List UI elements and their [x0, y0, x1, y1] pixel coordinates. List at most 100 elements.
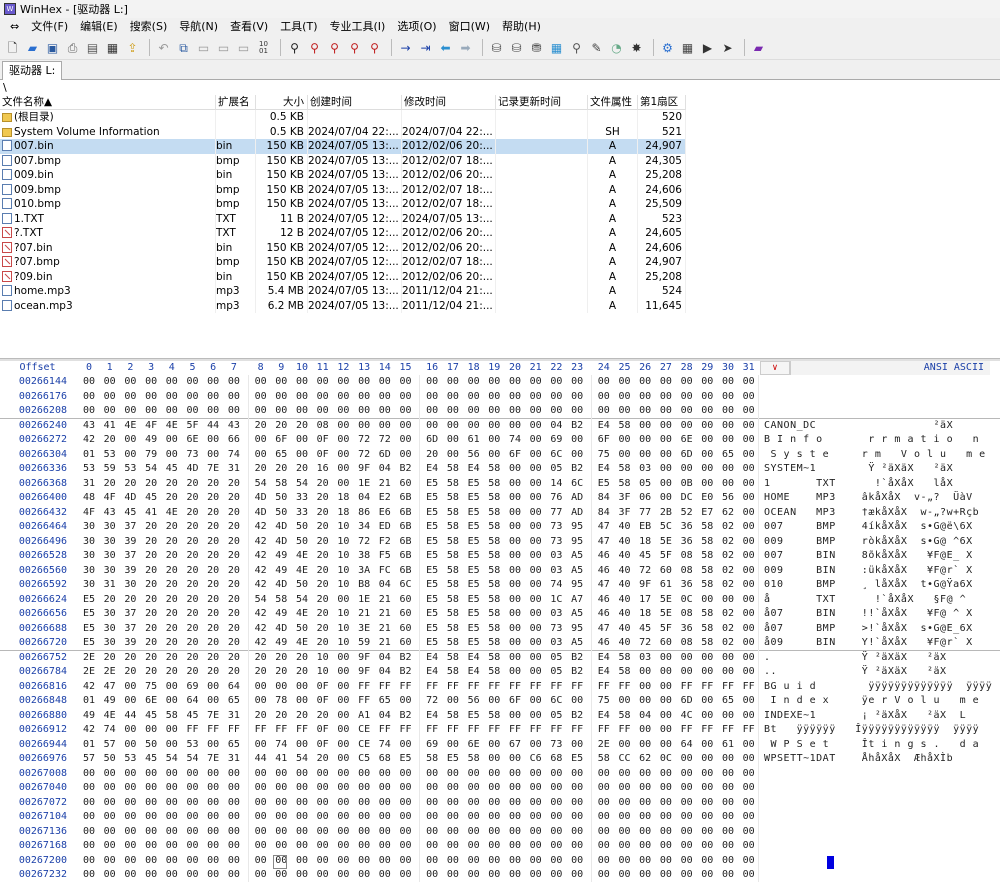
- hex-byte[interactable]: 20: [204, 520, 222, 535]
- hex-byte[interactable]: 00: [355, 781, 373, 796]
- hex-byte[interactable]: 00: [506, 506, 524, 521]
- hex-byte[interactable]: FF: [740, 680, 758, 695]
- hex-byte[interactable]: E5: [423, 520, 441, 535]
- hex-byte[interactable]: 49: [272, 564, 290, 579]
- hash-icon[interactable]: ◔: [608, 39, 625, 56]
- hex-byte[interactable]: 20: [184, 549, 202, 564]
- hex-byte[interactable]: 53: [121, 752, 139, 767]
- hex-byte[interactable]: 43: [101, 506, 119, 521]
- hex-byte[interactable]: 00: [334, 738, 352, 753]
- hex-byte[interactable]: 20: [204, 593, 222, 608]
- ascii-text[interactable]: HOME MP3 âkåXåX v-„? ÜàV: [764, 491, 973, 506]
- hex-byte[interactable]: 00: [657, 680, 675, 695]
- hex-byte[interactable]: 65: [719, 448, 737, 463]
- hex-byte[interactable]: 4F: [80, 506, 98, 521]
- hex-byte[interactable]: 58: [465, 752, 483, 767]
- col-record-header[interactable]: 记录更新时间: [496, 95, 588, 110]
- hex-byte[interactable]: B8: [355, 578, 373, 593]
- hex-row[interactable]: 00266368 31 20 20 20 20 20 20 20 54 58 54 20 00 1E 21 60…: [0, 477, 1000, 492]
- hex-byte[interactable]: 00: [678, 767, 696, 782]
- hex-byte[interactable]: 00: [334, 694, 352, 709]
- hex-row[interactable]: 00266656 E5 30 37 20 20 20 20 20 42 49 4E 20 10 21 21 60…: [0, 607, 1000, 622]
- hex-byte[interactable]: 00: [595, 810, 613, 825]
- hex-byte[interactable]: 84: [595, 491, 613, 506]
- ascii-text[interactable]: 007 BIN 8õkåXåX ¥F@E_ X: [764, 549, 973, 564]
- hex-byte[interactable]: 00: [314, 839, 332, 854]
- hex-byte[interactable]: 20: [314, 578, 332, 593]
- hex-byte[interactable]: 00: [678, 752, 696, 767]
- hex-byte[interactable]: 4D: [272, 535, 290, 550]
- hex-byte[interactable]: 00: [314, 810, 332, 825]
- hex-byte[interactable]: 58: [485, 520, 503, 535]
- hex-byte[interactable]: 00: [595, 839, 613, 854]
- hex-byte[interactable]: 73: [547, 520, 565, 535]
- hex-byte[interactable]: 00: [657, 433, 675, 448]
- hex-byte[interactable]: 58: [485, 506, 503, 521]
- hex-byte[interactable]: 00: [101, 810, 119, 825]
- hex-byte[interactable]: 00: [293, 810, 311, 825]
- hex-byte[interactable]: 00: [678, 796, 696, 811]
- hex-byte[interactable]: 60: [397, 593, 415, 608]
- hex-byte[interactable]: E5: [423, 578, 441, 593]
- hex-byte[interactable]: 20: [184, 535, 202, 550]
- hex-byte[interactable]: 20: [142, 593, 160, 608]
- hex-byte[interactable]: 20: [184, 622, 202, 637]
- hex-byte[interactable]: 00: [568, 375, 586, 390]
- hex-byte[interactable]: FF: [506, 680, 524, 695]
- hex-byte[interactable]: 00: [506, 375, 524, 390]
- help-icon[interactable]: ▰: [750, 39, 767, 56]
- hex-byte[interactable]: 04: [376, 709, 394, 724]
- hex-row[interactable]: 00266464 30 30 37 20 20 20 20 20 42 4D 50 20 10 34 ED 6B…: [0, 520, 1000, 535]
- hex-byte[interactable]: 20: [252, 419, 270, 434]
- hex-byte[interactable]: 00: [272, 839, 290, 854]
- hex-byte[interactable]: 4D: [252, 491, 270, 506]
- hex-byte[interactable]: 69: [547, 433, 565, 448]
- hex-byte[interactable]: FF: [595, 680, 613, 695]
- hex-byte[interactable]: 00: [527, 636, 545, 651]
- hex-byte[interactable]: 00: [163, 404, 181, 419]
- hex-byte[interactable]: 20: [252, 709, 270, 724]
- hex-byte[interactable]: 00: [397, 767, 415, 782]
- hex-byte[interactable]: 00: [272, 680, 290, 695]
- hex-byte[interactable]: 00: [80, 375, 98, 390]
- hex-byte[interactable]: 00: [293, 448, 311, 463]
- hex-byte[interactable]: 20: [225, 665, 243, 680]
- hex-byte[interactable]: 20: [225, 549, 243, 564]
- hex-byte[interactable]: 00: [719, 767, 737, 782]
- analyze-icon[interactable]: ⚲: [568, 39, 585, 56]
- hex-byte[interactable]: 00: [184, 781, 202, 796]
- hex-byte[interactable]: 20: [184, 564, 202, 579]
- hex-byte[interactable]: FF: [465, 723, 483, 738]
- hex-byte[interactable]: 20: [272, 651, 290, 666]
- hex-byte[interactable]: 20: [272, 419, 290, 434]
- hex-byte[interactable]: 00: [314, 767, 332, 782]
- hex-byte[interactable]: 00: [423, 839, 441, 854]
- hex-byte[interactable]: 00: [293, 854, 311, 869]
- hex-byte[interactable]: E4: [595, 462, 613, 477]
- hex-byte[interactable]: 20: [163, 593, 181, 608]
- hex-byte[interactable]: 00: [334, 462, 352, 477]
- hex-byte[interactable]: 0C: [678, 593, 696, 608]
- hex-byte[interactable]: 50: [293, 622, 311, 637]
- hex-byte[interactable]: 00: [506, 622, 524, 637]
- hex-byte[interactable]: 00: [142, 810, 160, 825]
- hex-byte[interactable]: B2: [568, 462, 586, 477]
- hex-byte[interactable]: 00: [740, 433, 758, 448]
- hex-byte[interactable]: 00: [698, 665, 716, 680]
- hex-byte[interactable]: 00: [121, 868, 139, 883]
- new-file-icon[interactable]: 🗋: [4, 39, 21, 56]
- hex-byte[interactable]: 42: [252, 564, 270, 579]
- ascii-text[interactable]: å TXT !`åXåX §F@ ^: [764, 593, 966, 608]
- hex-byte[interactable]: 40: [616, 636, 634, 651]
- hex-byte[interactable]: 00: [698, 419, 716, 434]
- hex-byte[interactable]: 00: [698, 868, 716, 883]
- hex-byte[interactable]: 37: [121, 622, 139, 637]
- hex-byte[interactable]: C6: [527, 752, 545, 767]
- hex-byte[interactable]: 00: [547, 796, 565, 811]
- hex-byte[interactable]: 00: [506, 796, 524, 811]
- hex-byte[interactable]: FF: [616, 680, 634, 695]
- hex-byte[interactable]: 00: [376, 810, 394, 825]
- hex-byte[interactable]: 30: [101, 549, 119, 564]
- ascii-text[interactable]: I n d e x ÿe r V o l u m e: [764, 694, 979, 709]
- ascii-text[interactable]: OCEAN MP3 †ækåXåX w-„?w+Rçb: [764, 506, 979, 521]
